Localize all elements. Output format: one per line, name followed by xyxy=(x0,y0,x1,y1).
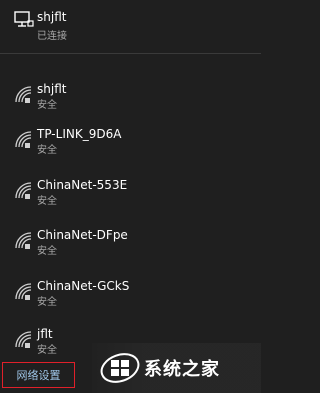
wifi-network-item[interactable]: TP-LINK_9D6A 安全 xyxy=(0,127,261,171)
wifi-network-status: 安全 xyxy=(37,246,57,257)
wifi-secure-icon xyxy=(15,131,32,148)
wifi-network-name: TP-LINK_9D6A xyxy=(37,127,122,141)
wifi-network-item[interactable]: ChinaNet-GCkS 安全 xyxy=(0,279,261,323)
wifi-network-status: 安全 xyxy=(37,145,57,156)
separator xyxy=(0,53,261,54)
wifi-network-item[interactable]: ChinaNet-553E 安全 xyxy=(0,178,261,222)
wifi-network-item[interactable]: ChinaNet-DFpe 安全 xyxy=(0,228,261,272)
wifi-network-name: jflt xyxy=(37,327,53,341)
ethernet-icon xyxy=(14,11,34,27)
wifi-network-status: 安全 xyxy=(37,196,57,207)
watermark-text: 系统之家 xyxy=(144,359,220,380)
connected-network-item[interactable]: shjflt 已连接 xyxy=(0,0,261,52)
wifi-secure-icon xyxy=(15,331,32,348)
connected-network-status: 已连接 xyxy=(37,31,67,42)
wifi-network-name: ChinaNet-553E xyxy=(37,178,128,192)
wifi-network-status: 安全 xyxy=(37,297,57,308)
wifi-secure-icon xyxy=(15,232,32,249)
wifi-network-name: ChinaNet-DFpe xyxy=(37,228,128,242)
network-flyout: shjflt 已连接 shjflt 安全 TP-LINK_9D6A 安全 Chi… xyxy=(0,0,261,393)
network-settings-link[interactable]: 网络设置 xyxy=(2,362,75,388)
wifi-secure-icon xyxy=(15,283,32,300)
wifi-network-item[interactable]: shjflt 安全 xyxy=(0,82,261,126)
connected-network-name: shjflt xyxy=(37,10,67,24)
wifi-secure-icon xyxy=(15,182,32,199)
wifi-network-status: 安全 xyxy=(37,100,57,111)
wifi-network-name: ChinaNet-GCkS xyxy=(37,279,130,293)
watermark: 系统之家 xyxy=(92,343,261,393)
wifi-network-status: 安全 xyxy=(37,345,57,356)
wifi-network-name: shjflt xyxy=(37,82,67,96)
site-logo-icon xyxy=(100,353,140,383)
wifi-secure-icon xyxy=(15,86,32,103)
